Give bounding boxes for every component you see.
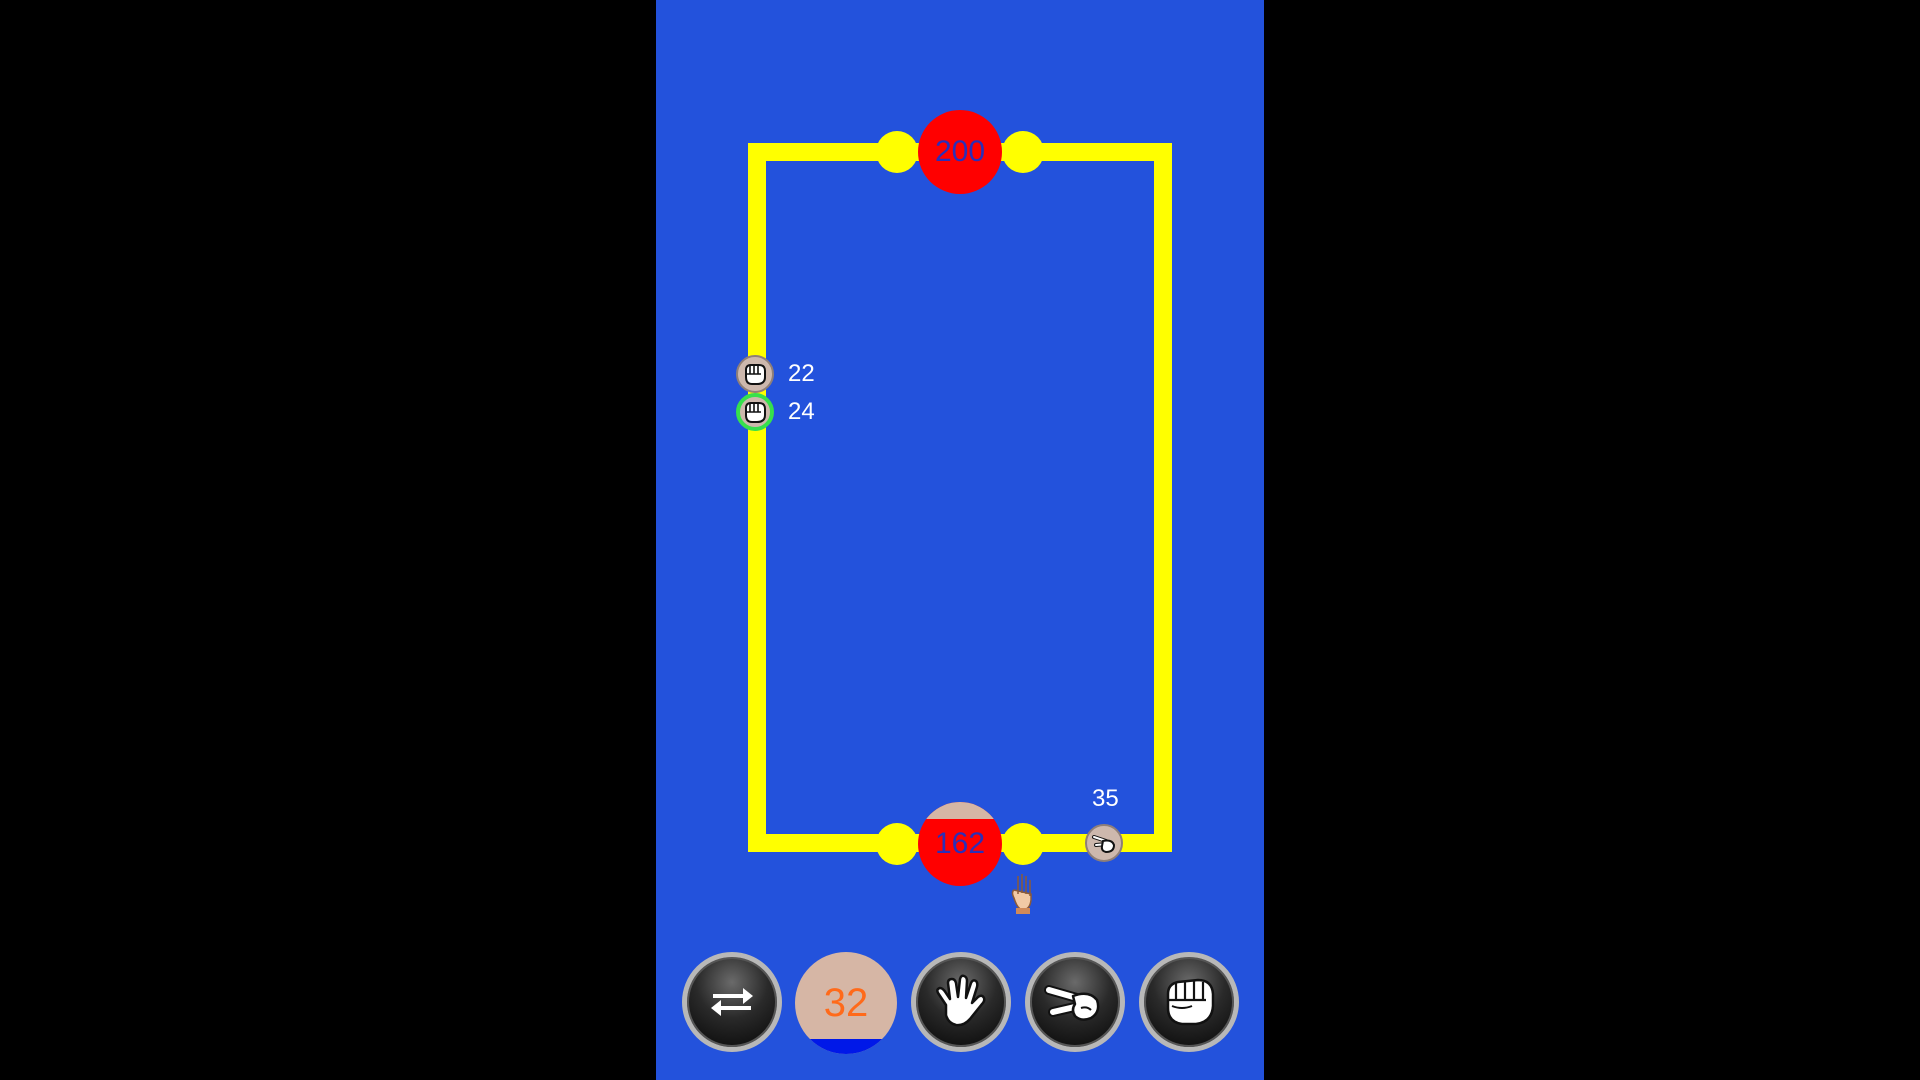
track-node (1002, 823, 1044, 865)
scissors-button[interactable] (1025, 952, 1125, 1052)
enemy-base[interactable]: 200 (918, 110, 1002, 194)
track-node (876, 823, 918, 865)
unit-counter: 32 (795, 952, 897, 1054)
swap-arrows-icon (711, 988, 753, 1016)
rock-icon (745, 402, 766, 423)
player-base[interactable]: 162 (918, 802, 1002, 886)
rock-icon (745, 364, 766, 385)
unit-scissors[interactable] (1085, 824, 1123, 862)
unit-rock-selected[interactable] (736, 393, 774, 431)
track-right (1154, 143, 1172, 852)
rock-hand-icon (1166, 978, 1215, 1026)
player-base-health: 162 (934, 827, 986, 860)
scissors-icon (1092, 835, 1116, 854)
unit-count: 22 (788, 360, 815, 387)
unit-rock[interactable] (736, 355, 774, 393)
rock-button[interactable] (1139, 952, 1239, 1052)
swap-button[interactable] (682, 952, 782, 1052)
scissors-hand-icon (1044, 985, 1100, 1021)
counter-value: 32 (823, 981, 869, 1025)
track-node (876, 131, 918, 173)
paper-button[interactable] (911, 952, 1011, 1052)
paper-hand-icon (936, 974, 986, 1027)
hand-pointer-icon (1011, 874, 1032, 914)
enemy-base-health: 200 (934, 135, 986, 168)
unit-count: 35 (1092, 785, 1119, 812)
game-board: 200 162 22 24 35 (656, 0, 1264, 1080)
track-node (1002, 131, 1044, 173)
counter-progress-bar (795, 1038, 897, 1054)
track-left (748, 143, 766, 852)
base-capture-fill (918, 802, 1002, 819)
unit-count: 24 (788, 398, 815, 425)
